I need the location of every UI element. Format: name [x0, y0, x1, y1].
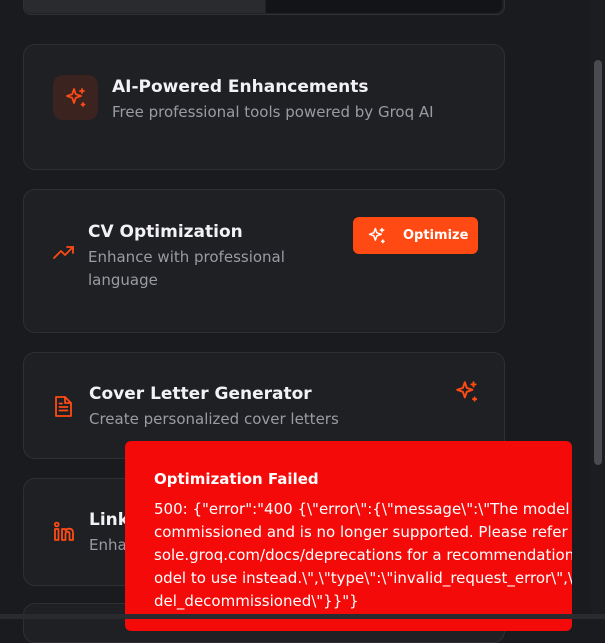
cover-subtitle: Create personalized cover letters	[89, 410, 339, 428]
sparkles-icon	[368, 227, 385, 243]
cover-title: Cover Letter Generator	[89, 384, 312, 404]
linkedin-subtitle: Enha	[89, 536, 127, 554]
hero-title: AI-Powered Enhancements	[112, 77, 369, 97]
generate-sparkles-icon[interactable]	[454, 379, 480, 405]
cv-subtitle: Enhance with professional language	[88, 248, 285, 289]
sparkles-icon	[53, 75, 98, 120]
cv-optimization-card: CV Optimization Enhance with professiona…	[23, 189, 505, 333]
toast-message: 500: {"error":"400 {\"error\":{\"message…	[154, 500, 572, 610]
ai-enhancements-card: AI-Powered Enhancements Free professiona…	[23, 44, 505, 170]
linkedin-title: Link	[89, 510, 130, 530]
hero-subtitle: Free professional tools powered by Groq …	[112, 103, 434, 121]
error-toast[interactable]: Optimization Failed 500: {"error":"400 {…	[125, 441, 572, 631]
linkedin-icon	[53, 521, 74, 541]
trending-up-icon	[53, 246, 74, 259]
optimize-button-label: Optimize	[403, 228, 469, 243]
optimize-button[interactable]: Optimize	[353, 217, 478, 254]
toast-title: Optimization Failed	[154, 470, 319, 488]
mode-tabs	[23, 0, 505, 15]
document-icon	[55, 396, 72, 417]
cv-title: CV Optimization	[88, 222, 243, 242]
tab-right[interactable]	[266, 0, 502, 13]
tab-left[interactable]	[24, 0, 265, 13]
bottom-divider	[0, 614, 605, 619]
scrollbar-thumb[interactable]	[594, 60, 602, 465]
